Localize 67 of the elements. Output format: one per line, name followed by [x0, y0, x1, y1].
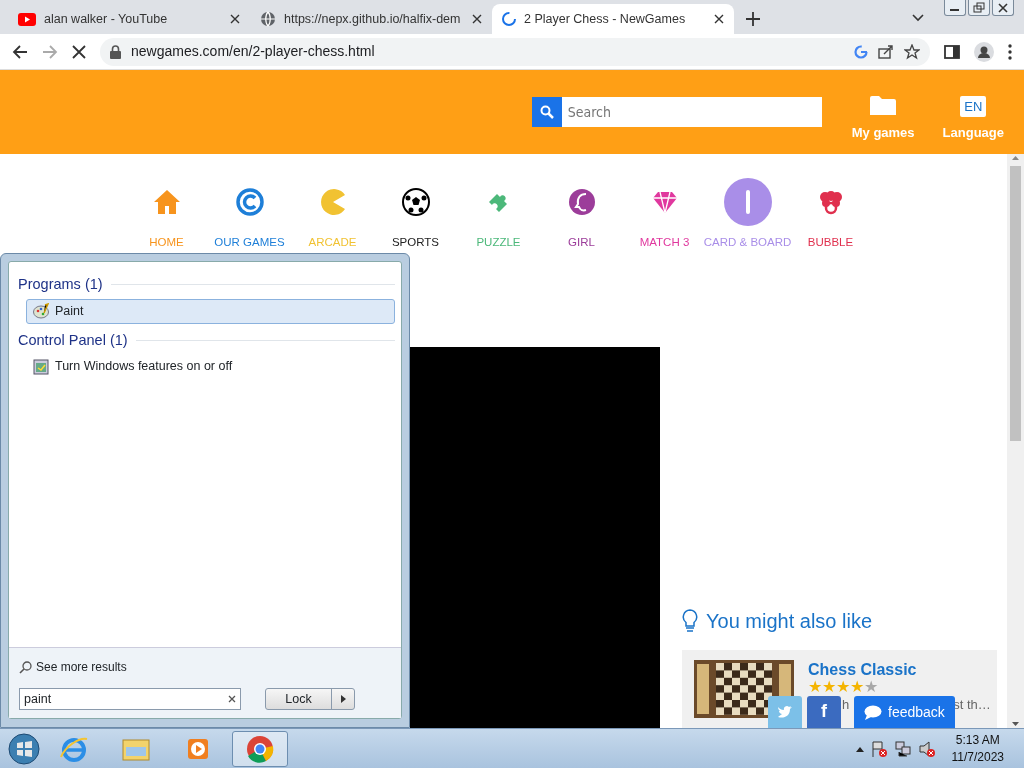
- speech-bubble-icon: [864, 704, 882, 720]
- star-icon: ★: [822, 679, 836, 696]
- star-outline-icon[interactable]: [904, 43, 920, 60]
- speaker-muted-icon[interactable]: [917, 739, 936, 758]
- search-field[interactable]: Search: [561, 97, 822, 127]
- language-badge: EN: [960, 95, 987, 117]
- search-result[interactable]: Paint: [26, 298, 395, 324]
- share-icon[interactable]: [878, 44, 894, 59]
- search-icon: [19, 660, 32, 674]
- star-icon: ★: [864, 679, 878, 696]
- close-icon[interactable]: [472, 14, 482, 24]
- category-link[interactable]: GIRL: [540, 178, 623, 252]
- bird-icon: [777, 705, 793, 719]
- feedback-button[interactable]: feedback: [854, 696, 955, 728]
- g-logo-icon[interactable]: [854, 44, 868, 59]
- back-arrow-icon[interactable]: [12, 43, 28, 60]
- palette-icon: [33, 303, 49, 320]
- window-settings-icon: [33, 358, 49, 375]
- up-arrow-icon[interactable]: [855, 745, 864, 752]
- copyright-icon: [233, 186, 266, 218]
- scroll-up-arrow-icon[interactable]: [1011, 154, 1020, 162]
- see-more-results-link[interactable]: See more results: [19, 658, 391, 676]
- video-play-icon: [18, 12, 36, 26]
- browser-tab[interactable]: https://nepx.github.io/halfix-dem: [250, 4, 492, 34]
- language-link[interactable]: EN Language: [942, 81, 1004, 143]
- lock-icon: [110, 44, 121, 59]
- group-heading: Control Panel (1): [18, 329, 395, 352]
- close-icon[interactable]: [72, 44, 86, 59]
- lightbulb-icon: [682, 609, 698, 633]
- search-button[interactable]: [531, 97, 562, 127]
- browser-tab[interactable]: alan walker - YouTube: [8, 4, 250, 34]
- star-icon: ★: [850, 679, 864, 696]
- clock-time[interactable]: 5:13 AM: [951, 732, 1004, 749]
- network-icon[interactable]: [893, 739, 912, 758]
- category-link[interactable]: SPORTS: [374, 178, 457, 252]
- plus-icon[interactable]: [746, 12, 760, 26]
- scroll-down-arrow-icon[interactable]: [1011, 720, 1020, 728]
- close-icon[interactable]: [230, 14, 240, 24]
- start-button[interactable]: [8, 732, 40, 765]
- section-heading: You might also like: [706, 609, 873, 634]
- taskbar-app[interactable]: [232, 730, 288, 767]
- chevron-down-icon[interactable]: [912, 14, 924, 22]
- browser-tab[interactable]: 2 Player Chess - NewGames: [492, 4, 734, 34]
- clock-date[interactable]: 11/7/2023: [951, 748, 1004, 765]
- star-icon: ★: [808, 679, 822, 696]
- soccer-ball-icon: [399, 186, 432, 218]
- group-heading: Programs (1): [18, 274, 395, 296]
- game-description: h: [842, 697, 850, 713]
- caret-icon: [340, 695, 346, 703]
- clear-icon[interactable]: [228, 695, 236, 703]
- search-result[interactable]: Turn Windows features on or off: [26, 354, 395, 379]
- profile-avatar-icon[interactable]: [974, 41, 994, 62]
- search-field[interactable]: paint: [19, 688, 241, 710]
- loading-spinner-icon: [502, 12, 516, 26]
- search-icon: [539, 105, 554, 119]
- star-icon: ★: [836, 679, 850, 696]
- folder-icon: [870, 95, 897, 118]
- more-menu-icon[interactable]: [1008, 43, 1012, 60]
- close-icon[interactable]: [714, 14, 724, 24]
- globe-icon: [260, 11, 276, 27]
- facebook-share-button[interactable]: f: [807, 696, 841, 728]
- side-panel-icon[interactable]: [944, 44, 960, 59]
- scrollbar[interactable]: [1007, 154, 1024, 728]
- address-bar[interactable]: newgames.com/en/2-player-chess.html: [100, 37, 930, 66]
- game-title[interactable]: Chess Classic: [808, 660, 991, 680]
- flag-icon[interactable]: [869, 739, 888, 758]
- category-link[interactable]: OUR GAMES: [208, 178, 291, 252]
